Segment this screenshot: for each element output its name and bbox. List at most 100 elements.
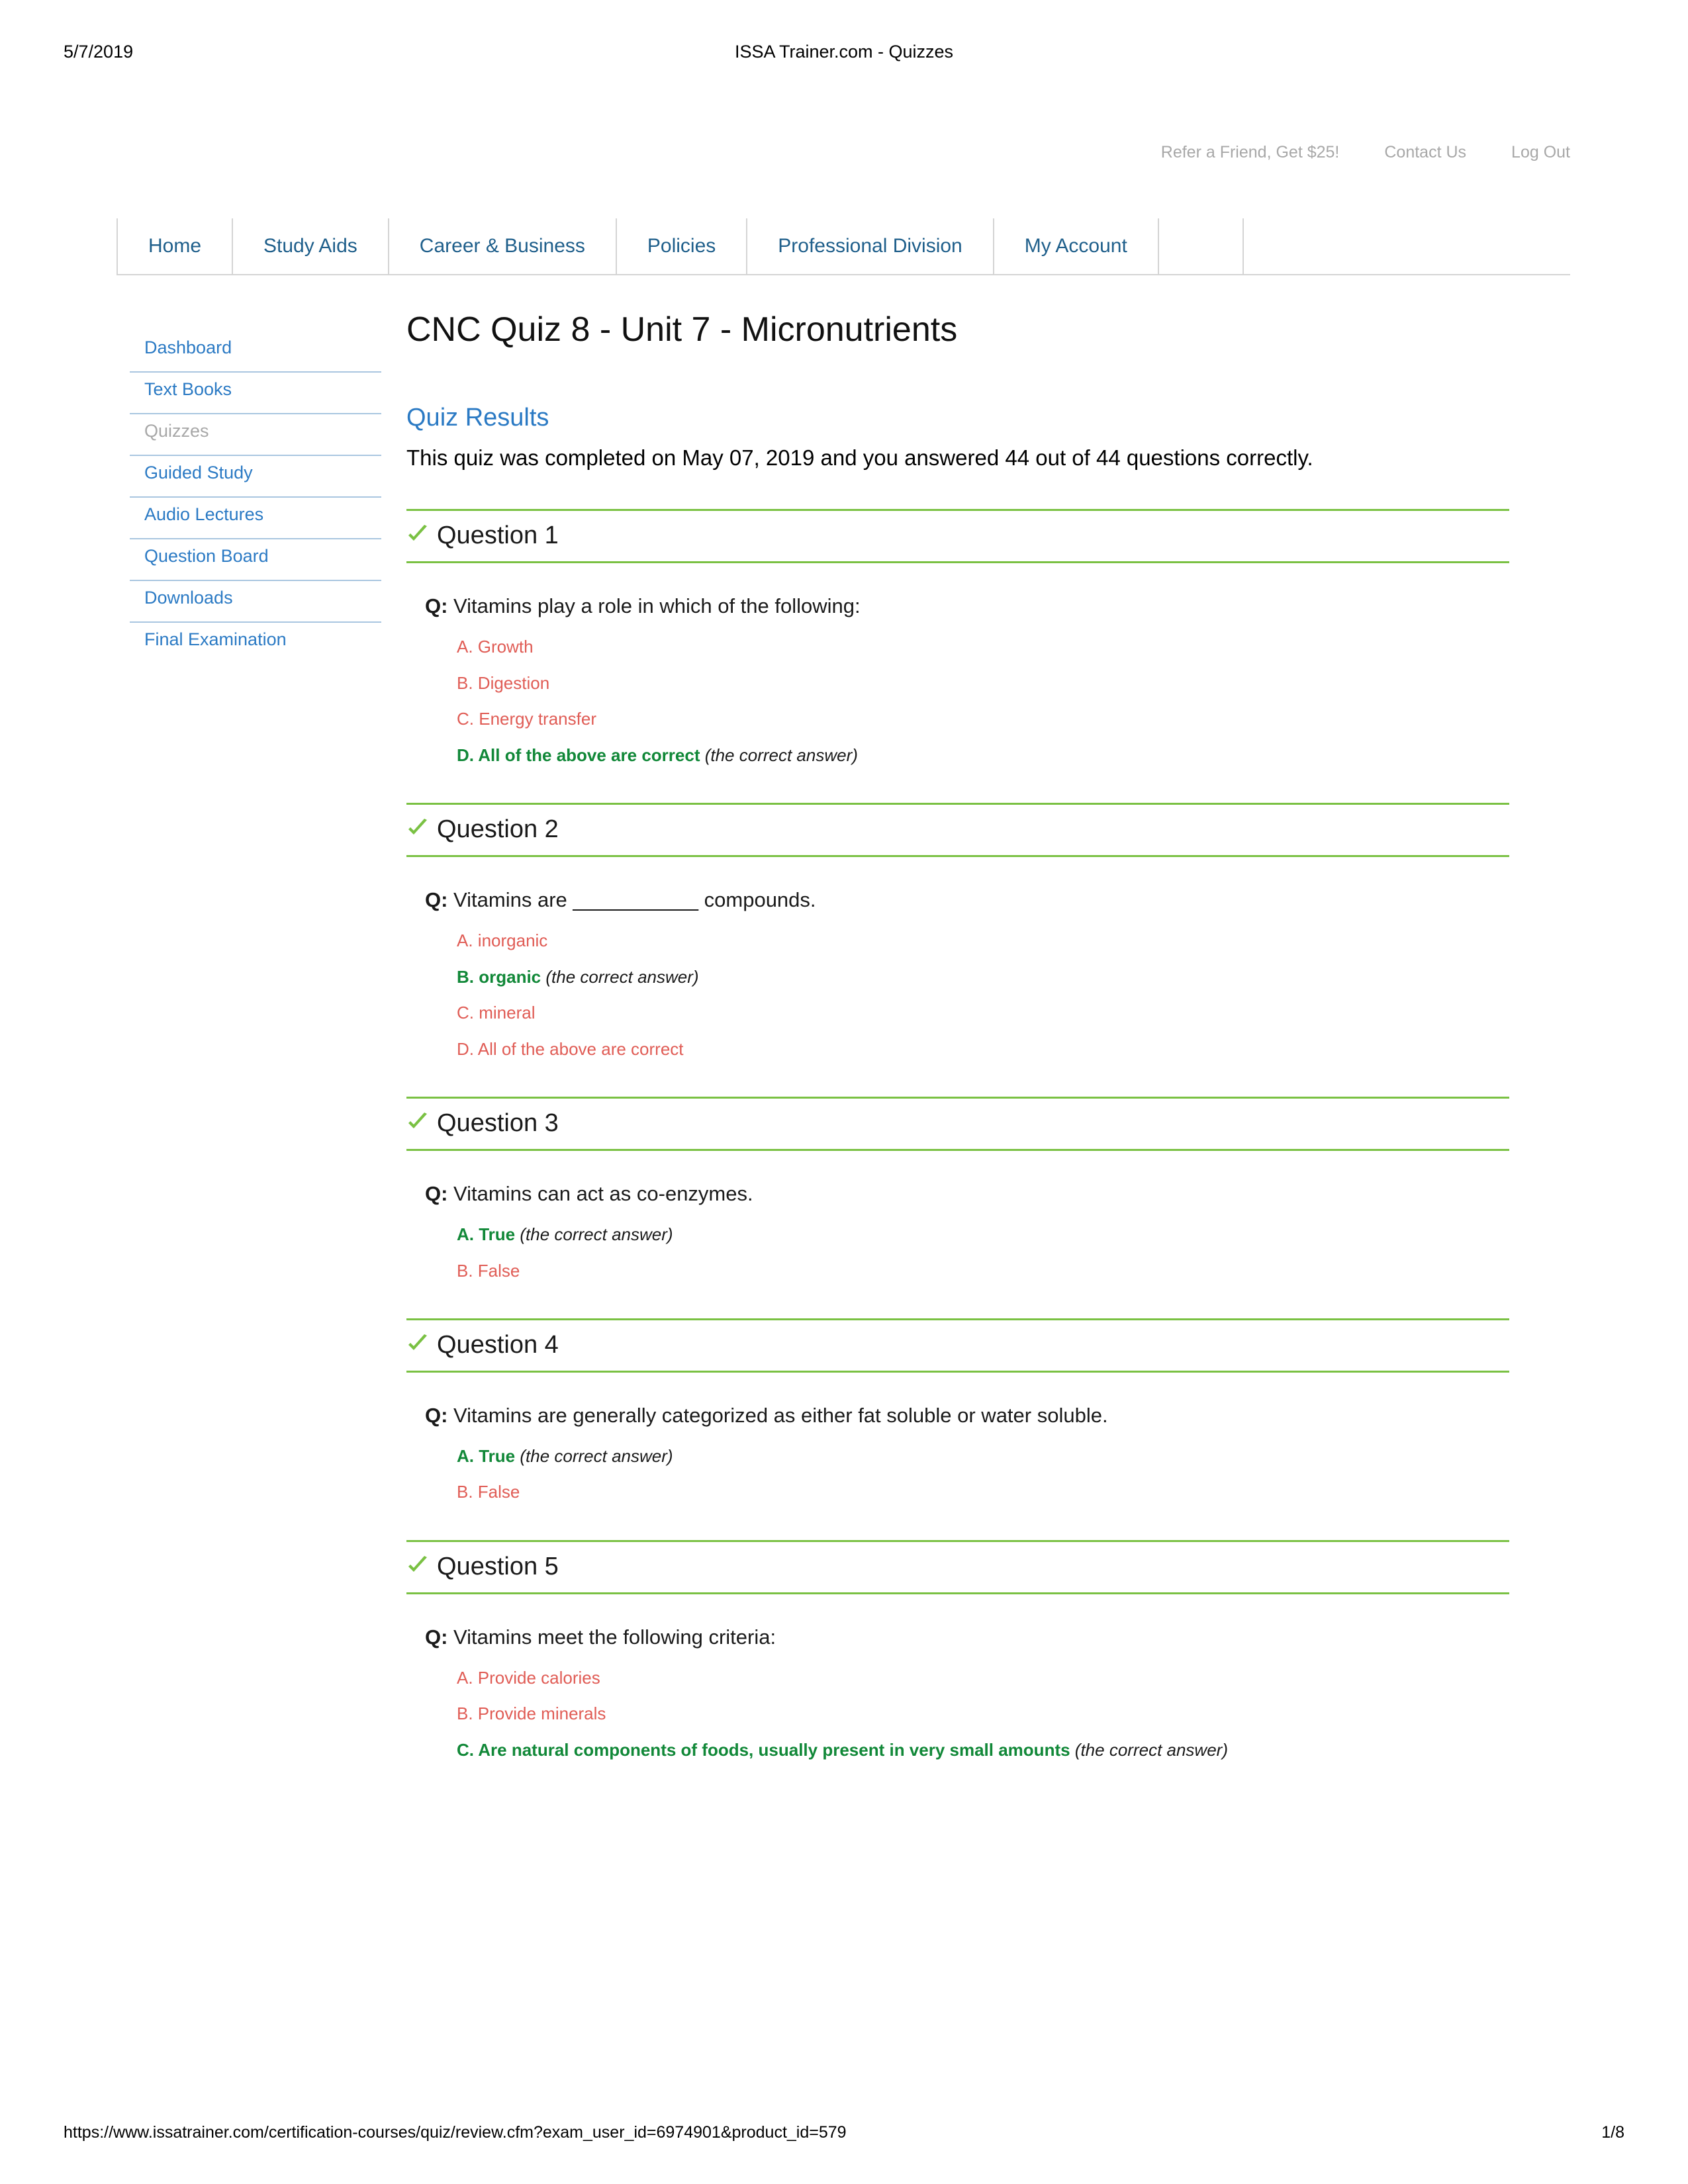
answer-option-label: A. inorganic	[457, 931, 548, 951]
question-text: Q: Vitamins meet the following criteria:	[425, 1623, 1509, 1651]
print-footer: https://www.issatrainer.com/certificatio…	[0, 2123, 1688, 2150]
question-text: Q: Vitamins are ___________ compounds.	[425, 886, 1509, 914]
answer-option-label: C. Energy transfer	[457, 709, 596, 729]
question-block: Question 4 Q: Vitamins are generally cate…	[406, 1318, 1509, 1503]
nav-item-label: Policies	[647, 235, 716, 257]
question-header: Question 2	[406, 803, 1509, 858]
answer-option-label: B. organic	[457, 966, 541, 987]
answer-option-label: C. Are natural components of foods, usua…	[457, 1739, 1070, 1760]
page-content: Refer a Friend, Get $25! Contact Us Log Ou…	[0, 99, 1688, 1760]
print-footer-url: https://www.issatrainer.com/certificatio…	[64, 2123, 847, 2142]
answer-option: B. False	[457, 1260, 1509, 1282]
options-list: A. inorganic B. organic (the correct answ…	[457, 930, 1509, 1060]
nav-end-divider	[1157, 218, 1244, 274]
answer-option-label: B. False	[457, 1482, 520, 1502]
question-header-label: Question 4	[437, 1331, 559, 1359]
answer-option: A. inorganic	[457, 930, 1509, 952]
utility-bar: Refer a Friend, Get $25! Contact Us Log Ou…	[0, 143, 1688, 183]
question-text: Q: Vitamins can act as co-enzymes.	[425, 1180, 1509, 1208]
sidebar-item-quizzes[interactable]: Quizzes	[130, 414, 381, 456]
question-header-label: Question 5	[437, 1552, 559, 1580]
sidebar-item-label: Dashboard	[144, 338, 232, 357]
correct-answer-tag: (the correct answer)	[1070, 1739, 1228, 1760]
answer-option: B. organic (the correct answer)	[457, 966, 1509, 988]
answer-option-label: A. True	[457, 1445, 516, 1466]
check-icon	[406, 1112, 429, 1134]
sidebar-item-text-books[interactable]: Text Books	[130, 373, 381, 414]
question-prompt: Vitamins are ___________ compounds.	[447, 888, 816, 912]
questions-list: Question 1 Q: Vitamins play a role in whi…	[406, 509, 1509, 1760]
sidebar-item-question-board[interactable]: Question Board	[130, 539, 381, 581]
answer-option-label: B. False	[457, 1260, 520, 1281]
options-list: A. Provide calories B. Provide minerals C.…	[457, 1667, 1509, 1761]
question-header: Question 3	[406, 1097, 1509, 1152]
question-header: Question 1	[406, 509, 1509, 564]
nav-item-label: My Account	[1024, 235, 1127, 257]
answer-option: A. True (the correct answer)	[457, 1445, 1509, 1467]
utility-link-1[interactable]: Contact Us	[1362, 143, 1489, 162]
answer-option: B. Digestion	[457, 672, 1509, 694]
sidebar-item-dashboard[interactable]: Dashboard	[130, 331, 381, 373]
question-block: Question 3 Q: Vitamins can act as co-enzy…	[406, 1097, 1509, 1281]
nav-item-home[interactable]: Home	[117, 218, 232, 274]
question-header: Question 4	[406, 1318, 1509, 1373]
answer-option: A. True (the correct answer)	[457, 1224, 1509, 1246]
check-icon	[406, 1334, 429, 1356]
options-list: A. True (the correct answer) B. False	[457, 1224, 1509, 1281]
check-icon	[406, 524, 429, 547]
correct-answer-tag: (the correct answer)	[541, 966, 699, 987]
check-icon	[406, 1555, 429, 1578]
nav-item-label: Study Aids	[263, 235, 357, 257]
question-marker: Q:	[425, 1404, 448, 1428]
answer-option: B. Provide minerals	[457, 1703, 1509, 1725]
sidebar-item-audio-lectures[interactable]: Audio Lectures	[130, 498, 381, 539]
question-prompt: Vitamins meet the following criteria:	[447, 1625, 776, 1649]
nav-item-professional-division[interactable]: Professional Division	[746, 218, 992, 274]
main-navigation: Home Study Aids Career & Business Policies P…	[117, 218, 1570, 275]
nav-item-study-aids[interactable]: Study Aids	[232, 218, 388, 274]
question-marker: Q:	[425, 594, 448, 618]
page-title: CNC Quiz 8 - Unit 7 - Micronutrients	[406, 310, 958, 349]
nav-item-my-account[interactable]: My Account	[992, 218, 1158, 274]
question-block: Question 1 Q: Vitamins play a role in whi…	[406, 509, 1509, 766]
answer-option-label: D. All of the above are correct	[457, 745, 700, 765]
sidebar-item-label: Audio Lectures	[144, 504, 264, 524]
sidebar-item-downloads[interactable]: Downloads	[130, 581, 381, 623]
nav-item-career-business[interactable]: Career & Business	[387, 218, 616, 274]
options-list: A. Growth B. Digestion C. Energy transfer D…	[457, 636, 1509, 766]
sidebar-item-label: Text Books	[144, 379, 232, 399]
sidebar: Dashboard Text Books Quizzes Guided Study Au…	[130, 308, 381, 1760]
answer-option: C. Energy transfer	[457, 708, 1509, 730]
question-text: Q: Vitamins play a role in which of the …	[425, 592, 1509, 620]
print-header: 5/7/2019 ISSA Trainer.com - Quizzes	[0, 38, 1688, 65]
answer-option: C. Are natural components of foods, usua…	[457, 1739, 1509, 1761]
check-icon	[406, 818, 429, 841]
answer-option-label: A. Growth	[457, 637, 534, 657]
answer-option-label: D. All of the above are correct	[457, 1038, 684, 1059]
utility-link-0[interactable]: Refer a Friend, Get $25!	[1139, 143, 1362, 162]
answer-option-label: B. Provide minerals	[457, 1704, 606, 1724]
sidebar-item-final-examination[interactable]: Final Examination	[130, 623, 381, 663]
answer-option: B. False	[457, 1481, 1509, 1503]
utility-link-2[interactable]: Log Out	[1489, 143, 1570, 162]
answer-option: D. All of the above are correct	[457, 1038, 1509, 1060]
question-marker: Q:	[425, 1182, 448, 1206]
nav-item-policies[interactable]: Policies	[615, 218, 746, 274]
question-header-label: Question 1	[437, 522, 559, 550]
answer-option: C. mineral	[457, 1002, 1509, 1024]
quiz-results-summary: This quiz was completed on May 07, 2019 …	[406, 445, 1313, 470]
answer-option-label: B. Digestion	[457, 672, 550, 693]
sidebar-item-label: Quizzes	[144, 421, 209, 441]
quiz-results-heading: Quiz Results	[406, 404, 549, 432]
print-document-title: ISSA Trainer.com - Quizzes	[734, 41, 954, 62]
answer-option: A. Growth	[457, 636, 1509, 658]
question-marker: Q:	[425, 1625, 448, 1649]
sidebar-item-guided-study[interactable]: Guided Study	[130, 456, 381, 498]
question-block: Question 2 Q: Vitamins are ___________ co…	[406, 803, 1509, 1060]
answer-option: A. Provide calories	[457, 1667, 1509, 1689]
question-header-label: Question 2	[437, 815, 559, 844]
utility-links: Refer a Friend, Get $25! Contact Us Log Ou…	[1139, 143, 1570, 162]
question-header-label: Question 3	[437, 1109, 559, 1138]
answer-option-label: A. True	[457, 1224, 516, 1245]
nav-item-label: Career & Business	[419, 235, 585, 257]
